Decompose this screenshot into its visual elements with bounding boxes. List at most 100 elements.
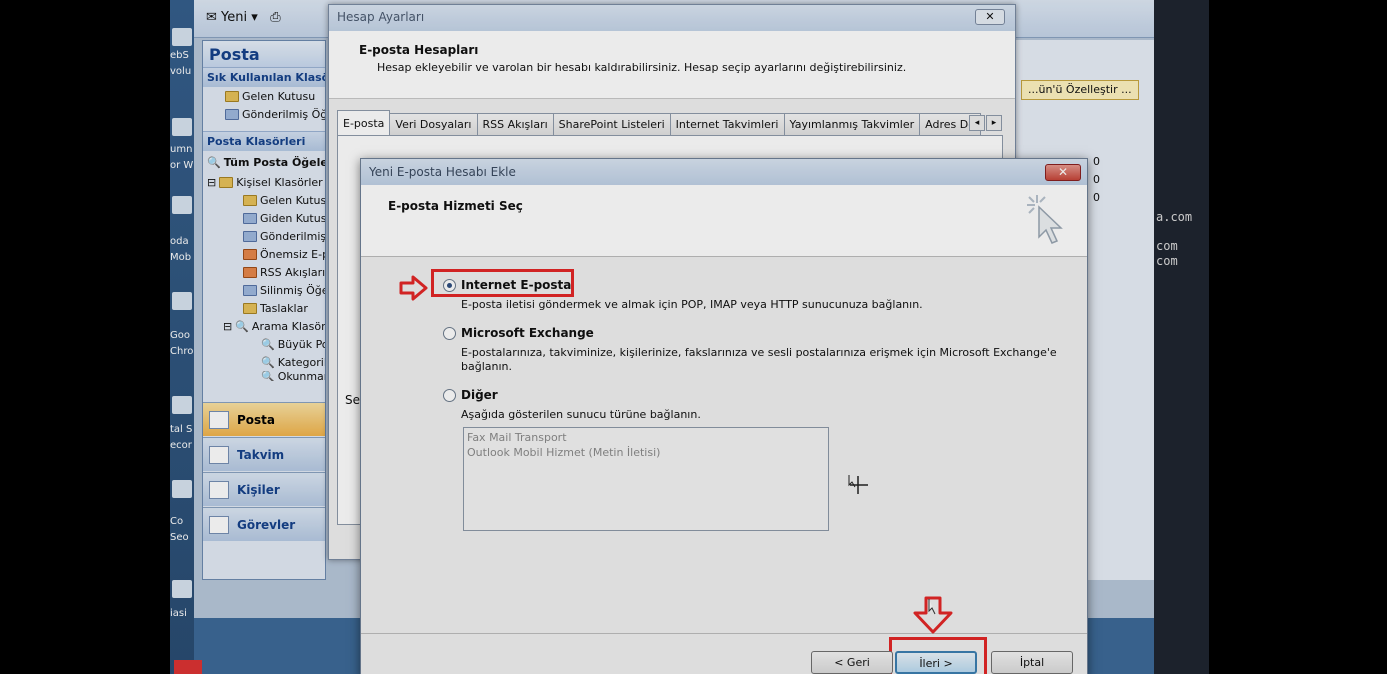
tab-rss[interactable]: RSS Akışları xyxy=(476,113,554,135)
option-label: Internet E-posta xyxy=(461,278,572,292)
list-item[interactable]: Outlook Mobil Hizmet (Metin İletisi) xyxy=(467,445,825,460)
drafts-icon xyxy=(243,302,257,314)
folder-item[interactable]: Gönderilmiş Öğeler xyxy=(203,105,325,123)
folder-label: Gelen Kutusu xyxy=(242,89,316,103)
folder-label: Taslaklar xyxy=(260,301,308,315)
radio-other[interactable] xyxy=(443,389,456,402)
dialog-header: E-posta Hizmeti Seç xyxy=(361,185,1087,257)
tab-sharepoint[interactable]: SharePoint Listeleri xyxy=(552,113,671,135)
folder-item[interactable]: 🔍Büyük Posta xyxy=(203,335,325,353)
mail-folders-section[interactable]: Posta Klasörleri xyxy=(203,131,325,151)
desktop-label: volu xyxy=(170,66,192,77)
folder-label: RSS Akışları xyxy=(260,265,325,279)
tab-internet-calendars[interactable]: Internet Takvimleri xyxy=(669,113,785,135)
nav-pane-title: Posta xyxy=(203,41,325,67)
dialog-heading: E-posta Hizmeti Seç xyxy=(388,199,523,213)
chevron-right-icon[interactable]: ▸ xyxy=(986,115,1002,131)
new-button-label: Yeni xyxy=(221,10,248,25)
taskbar-app-icon[interactable] xyxy=(174,660,202,674)
shortcut-icon[interactable] xyxy=(172,580,192,598)
header-title: E-posta Hesapları xyxy=(359,43,479,57)
cancel-button[interactable]: İptal xyxy=(991,651,1073,674)
new-button[interactable]: ✉ Yeni ▾ ⎙ xyxy=(206,10,281,25)
server-type-list[interactable]: Fax Mail Transport Outlook Mobil Hizmet … xyxy=(463,427,829,531)
list-item[interactable]: Fax Mail Transport xyxy=(467,430,825,445)
desktop-label: iasi xyxy=(170,608,187,619)
folder-label: Önemsiz E-posta xyxy=(260,247,325,261)
radio-internet-email[interactable] xyxy=(443,279,456,292)
shortcut-icon[interactable] xyxy=(172,292,192,310)
folder-item[interactable]: Giden Kutusu xyxy=(203,209,325,227)
next-button[interactable]: İleri > xyxy=(895,651,977,674)
chevron-left-icon[interactable]: ◂ xyxy=(969,115,985,131)
rss-icon xyxy=(243,266,257,278)
folder-item[interactable]: Gelen Kutusu xyxy=(203,87,325,105)
tab-published-calendars[interactable]: Yayımlanmış Takvimler xyxy=(783,113,921,135)
shortcut-icon[interactable] xyxy=(172,480,192,498)
new-mail-icon: ✉ xyxy=(206,10,217,25)
folder-item[interactable]: RSS Akışları xyxy=(203,263,325,281)
shortcut-icon[interactable] xyxy=(172,196,192,214)
desktop-label: umn xyxy=(170,144,193,155)
count-value: 0 xyxy=(1093,155,1100,168)
folder-item[interactable]: Gelen Kutusu xyxy=(203,191,325,209)
tab-bar: E-posta Veri Dosyaları RSS Akışları Shar… xyxy=(337,110,981,135)
desktop-label: Seo xyxy=(170,532,189,543)
folder-item[interactable]: Önemsiz E-posta xyxy=(203,245,325,263)
shortcut-icon[interactable] xyxy=(172,28,192,46)
dialog-title: Yeni E-posta Hesabı Ekle xyxy=(361,159,1087,185)
folder-item[interactable]: Gönderilmiş Öğeler xyxy=(203,227,325,245)
desktop-label: or W xyxy=(170,160,194,171)
folder-item[interactable]: 🔍Kategorilere Ayrılmış Posta xyxy=(203,353,325,371)
search-folder-icon: 🔍 xyxy=(207,155,221,169)
trash-icon xyxy=(243,284,257,296)
search-folder-icon: 🔍 xyxy=(261,371,275,381)
folder-label: Okunmamış Posta xyxy=(277,371,325,381)
all-mail-item[interactable]: 🔍Tüm Posta Öğeleri xyxy=(203,151,325,173)
sent-icon xyxy=(243,230,257,242)
folder-label: Gelen Kutusu xyxy=(260,193,325,207)
favorites-section[interactable]: Sık Kullanılan Klasörler xyxy=(203,67,325,87)
back-button[interactable]: < Geri xyxy=(811,651,893,674)
print-icon[interactable]: ⎙ xyxy=(270,10,280,25)
customize-button[interactable]: ...ün'ü Özelleştir ... xyxy=(1021,80,1139,100)
option-description: Aşağıda gösterilen sunucu türüne bağlanı… xyxy=(461,408,701,421)
folder-label: Gönderilmiş Öğeler xyxy=(242,107,325,121)
count-column: 0 0 0 xyxy=(1093,153,1100,207)
header-subtitle: Hesap ekleyebilir ve varolan bir hesabı … xyxy=(377,61,907,74)
desktop-strip: ebS volu umn or W oda Mob Goo Chro tal S… xyxy=(170,0,202,674)
tasks-icon xyxy=(209,515,229,534)
nav-button-contacts[interactable]: Kişiler xyxy=(203,472,325,506)
nav-button-calendar[interactable]: Takvim xyxy=(203,437,325,471)
nav-button-mail[interactable]: Posta xyxy=(203,402,325,436)
desktop-label: ecor xyxy=(170,440,192,451)
outbox-icon xyxy=(243,212,257,224)
shortcut-icon[interactable] xyxy=(172,118,192,136)
search-folder-icon: 🔍 xyxy=(261,355,275,369)
crosshair-cursor-icon xyxy=(848,475,868,494)
option-description: E-postalarınıza, takviminize, kişilerini… xyxy=(461,346,1057,373)
tab-data-files[interactable]: Veri Dosyaları xyxy=(389,113,478,135)
nav-button-label: Kişiler xyxy=(237,482,280,497)
folder-item[interactable]: Silinmiş Öğeler xyxy=(203,281,325,299)
folder-item[interactable]: Taslaklar xyxy=(203,299,325,317)
option-label: Microsoft Exchange xyxy=(461,326,594,340)
close-icon[interactable]: ✕ xyxy=(975,9,1005,25)
option-description: E-posta iletisi göndermek ve almak için … xyxy=(461,298,923,311)
close-icon[interactable]: ✕ xyxy=(1045,164,1081,181)
folder-item[interactable]: 🔍Okunmamış Posta xyxy=(203,371,325,381)
desktop-label: tal S xyxy=(170,424,193,435)
folder-label: Arama Klasörleri xyxy=(251,319,325,333)
collapse-icon[interactable]: ⊟ xyxy=(207,176,216,189)
radio-exchange[interactable] xyxy=(443,327,456,340)
tab-email[interactable]: E-posta xyxy=(337,110,391,135)
nav-button-tasks[interactable]: Görevler xyxy=(203,507,325,541)
personal-folders[interactable]: ⊟ Kişisel Klasörler xyxy=(203,173,325,191)
navigation-pane: Posta Sık Kullanılan Klasörler Gelen Kut… xyxy=(202,40,326,580)
arrow-down-icon xyxy=(913,596,953,634)
terminal-line: com xyxy=(1156,239,1178,253)
shortcut-icon[interactable] xyxy=(172,396,192,414)
collapse-icon[interactable]: ⊟ xyxy=(223,320,232,333)
search-folders[interactable]: ⊟🔍Arama Klasörleri xyxy=(203,317,325,335)
count-value: 0 xyxy=(1093,191,1100,204)
